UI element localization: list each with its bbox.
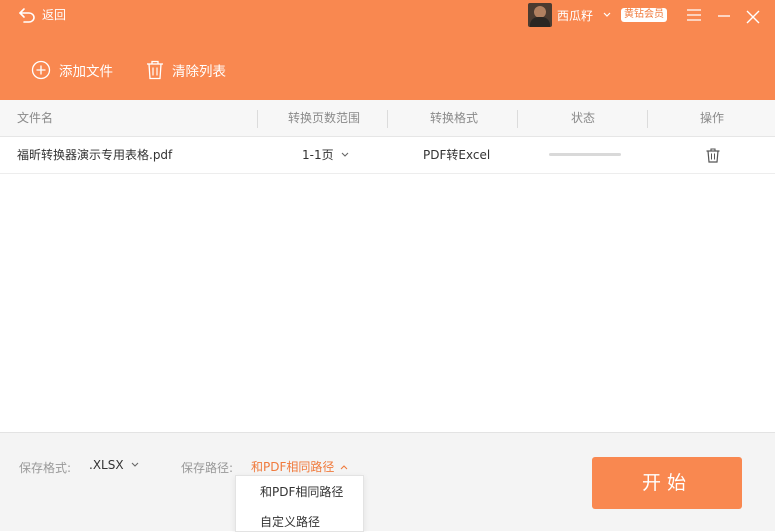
trash-icon (147, 60, 163, 80)
save-format-value: .XLSX (89, 458, 124, 472)
user-name: 西瓜籽 (557, 8, 594, 23)
menu-icon[interactable] (686, 8, 702, 22)
start-button[interactable]: 开始 (592, 457, 742, 509)
user-menu[interactable]: 西瓜籽 黄钻会员 (528, 3, 668, 27)
column-header-status: 状态 (571, 111, 596, 125)
back-label: 返回 (42, 8, 67, 22)
dropdown-option-custom-path[interactable]: 自定义路径 (260, 513, 320, 530)
column-header-filename: 文件名 (17, 111, 54, 125)
save-path-value: 和PDF相同路径 (251, 460, 335, 474)
add-file-label: 添加文件 (59, 64, 113, 80)
save-path-dropdown: 和PDF相同路径 自定义路径 (235, 475, 364, 532)
table-row: 福昕转换器演示专用表格.pdf 1-1页 PDF转Excel (0, 137, 775, 174)
back-button[interactable]: 返回 (18, 6, 66, 23)
chevron-down-icon (603, 12, 611, 17)
chevron-down-icon (131, 462, 138, 467)
file-name: 福昕转换器演示专用表格.pdf (17, 148, 173, 162)
page-range-select[interactable]: 1-1页 (302, 137, 349, 173)
footer-bar: 保存格式: .XLSX 保存路径: 和PDF相同路径 开始 (0, 432, 775, 531)
close-icon[interactable] (745, 8, 761, 24)
column-header-actions: 操作 (700, 111, 725, 125)
delete-icon[interactable] (706, 148, 720, 163)
clear-list-button[interactable]: 清除列表 (146, 60, 226, 80)
save-path-label: 保存路径: (181, 461, 234, 475)
table-header: 文件名 转换页数范围 转换格式 状态 操作 (0, 100, 775, 137)
app-header: 返回 西瓜籽 黄钻会员 添加文件 清除列表 (0, 0, 775, 100)
minimize-icon[interactable] (716, 8, 732, 22)
column-header-page-range: 转换页数范围 (288, 111, 361, 125)
column-divider (257, 110, 258, 128)
conversion-format: PDF转Excel (423, 148, 491, 162)
add-file-button[interactable]: 添加文件 (31, 60, 113, 80)
status-progress-bar (549, 153, 621, 156)
save-format-label: 保存格式: (19, 461, 72, 475)
column-divider (517, 110, 518, 128)
save-path-select[interactable]: 和PDF相同路径 (251, 458, 348, 475)
plus-circle-icon (31, 60, 51, 80)
page-range-value: 1-1页 (302, 148, 334, 162)
clear-list-label: 清除列表 (172, 64, 226, 80)
dropdown-option-same-path[interactable]: 和PDF相同路径 (260, 483, 343, 500)
chevron-down-icon (341, 152, 348, 157)
column-divider (387, 110, 388, 128)
vip-badge: 黄钻会员 (621, 8, 668, 22)
save-format-select[interactable]: .XLSX (89, 458, 139, 472)
chevron-up-icon (341, 464, 348, 469)
back-arrow-icon (19, 7, 35, 23)
column-divider (647, 110, 648, 128)
column-header-format: 转换格式 (430, 111, 479, 125)
avatar (528, 3, 552, 27)
